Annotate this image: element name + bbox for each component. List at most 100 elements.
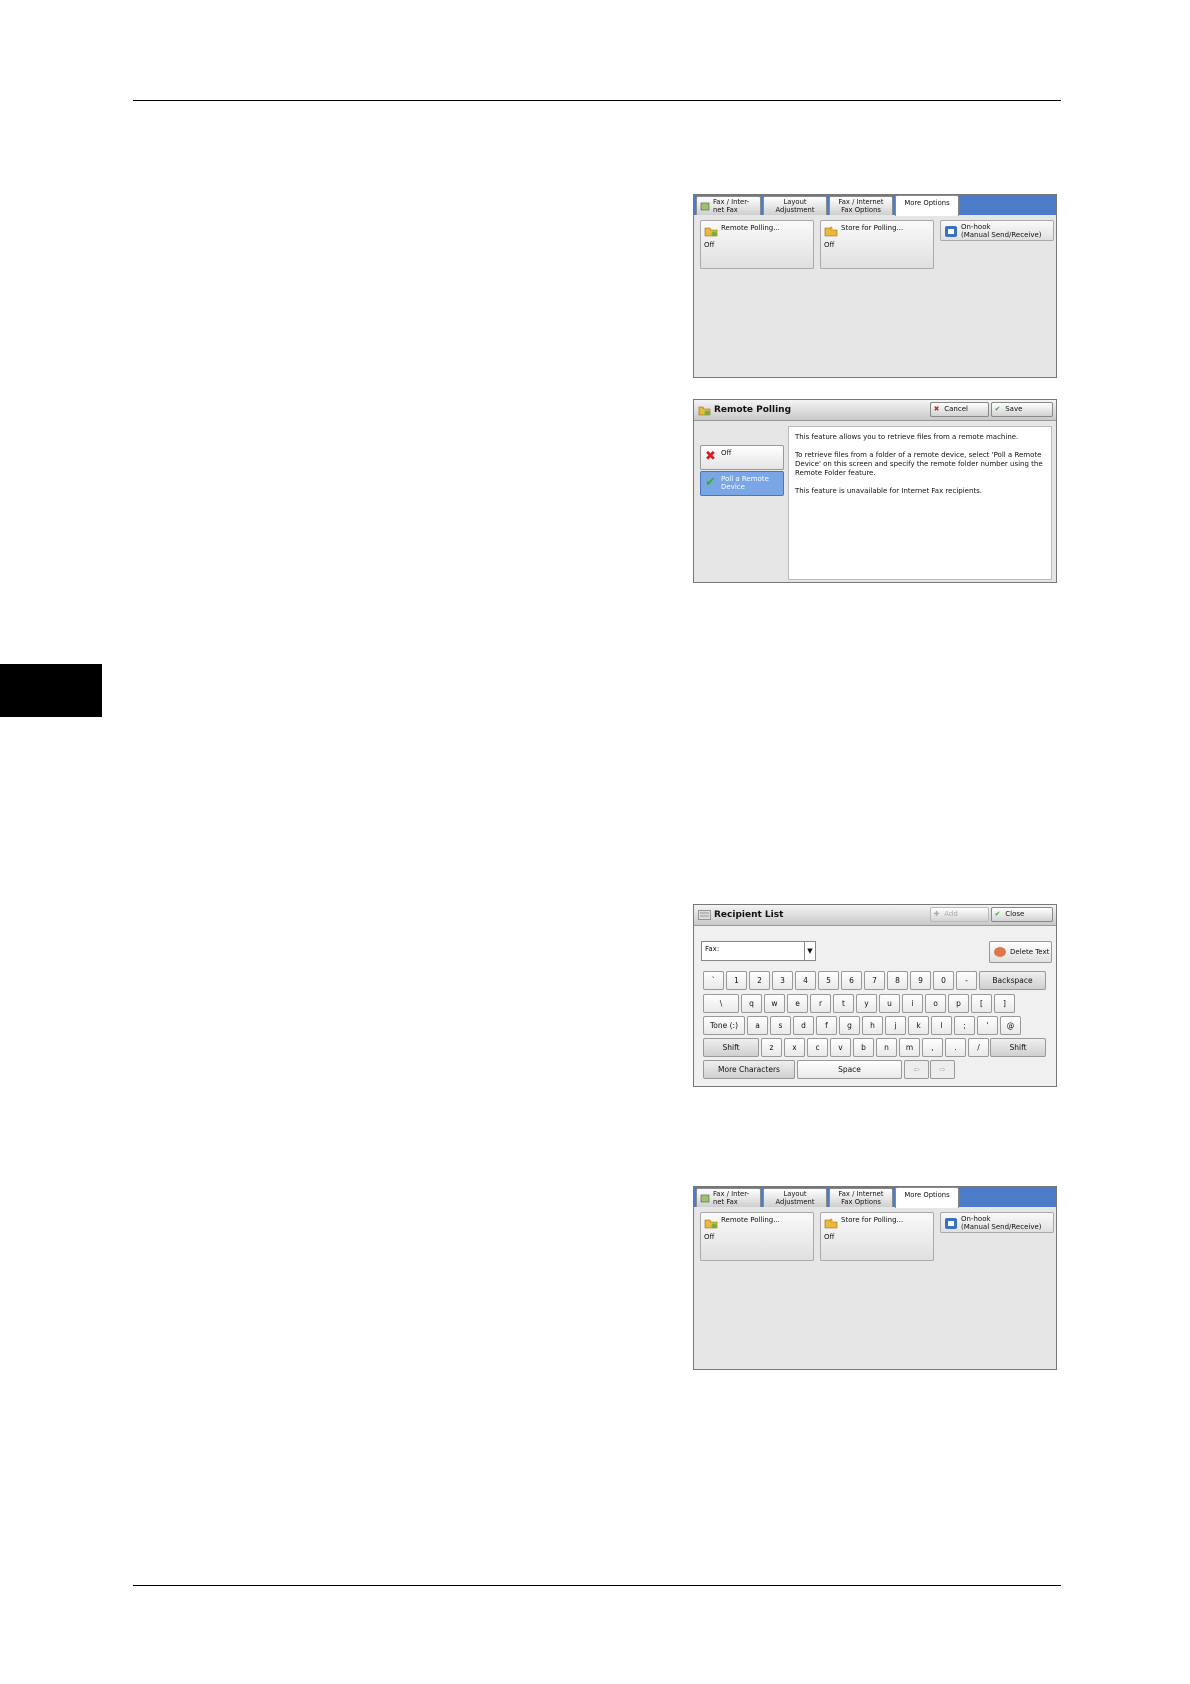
- green-check-icon: ✔: [705, 475, 716, 490]
- more-characters-key[interactable]: More Characters: [703, 1060, 795, 1079]
- tab-fax-options[interactable]: Fax / Internet Fax Options: [829, 196, 893, 215]
- folder-icon: [704, 1217, 718, 1229]
- key-1-3[interactable]: 2: [749, 971, 770, 990]
- check-icon: ✔: [994, 910, 1001, 918]
- folder-icon: [698, 404, 711, 416]
- store-for-polling-button[interactable]: Store for Polling... Off: [820, 1212, 934, 1261]
- tab-layout-adjustment[interactable]: Layout Adjustment: [763, 1188, 827, 1207]
- key-2-1[interactable]: \: [703, 994, 739, 1013]
- key-2-4[interactable]: e: [787, 994, 808, 1013]
- tab-fax-internet-fax[interactable]: Fax / Inter- net Fax: [696, 196, 761, 215]
- key-3-5[interactable]: g: [839, 1016, 860, 1035]
- key-2-10[interactable]: o: [925, 994, 946, 1013]
- save-button[interactable]: ✔ Save: [991, 402, 1053, 417]
- option-poll-remote-device[interactable]: ✔ Poll a Remote Device: [700, 471, 784, 496]
- red-x-icon: ✖: [705, 449, 716, 464]
- tab-fax-options[interactable]: Fax / Internet Fax Options: [829, 1188, 893, 1207]
- delete-text-button[interactable]: Delete Text: [989, 941, 1052, 963]
- key-4-2[interactable]: x: [784, 1038, 805, 1057]
- key-3-2[interactable]: s: [770, 1016, 791, 1035]
- key-4-6[interactable]: n: [876, 1038, 897, 1057]
- key-1-1[interactable]: `: [703, 971, 724, 990]
- tab-more-options[interactable]: More Options: [895, 1187, 959, 1208]
- key-1-10[interactable]: 9: [910, 971, 931, 990]
- key-3-11[interactable]: ': [977, 1016, 998, 1035]
- dialog-title: Recipient List: [714, 910, 784, 920]
- key-2-3[interactable]: w: [764, 994, 785, 1013]
- key-3-6[interactable]: h: [862, 1016, 883, 1035]
- key-2-2[interactable]: q: [741, 994, 762, 1013]
- store-for-polling-button[interactable]: Store for Polling... Off: [820, 220, 934, 269]
- key-2-8[interactable]: u: [879, 994, 900, 1013]
- phone-icon: [944, 224, 958, 237]
- right-arrow-key[interactable]: ⇨: [930, 1060, 955, 1079]
- key-1-11[interactable]: 0: [933, 971, 954, 990]
- key-1-2[interactable]: 1: [726, 971, 747, 990]
- bottom-rule: [133, 1585, 1061, 1586]
- tone-key[interactable]: Tone (:): [703, 1016, 745, 1035]
- cancel-x-icon: ✖: [933, 405, 940, 413]
- folder-icon: [704, 225, 718, 237]
- key-2-13[interactable]: ]: [994, 994, 1015, 1013]
- folder-icon: [824, 225, 838, 237]
- remote-polling-button[interactable]: Remote Polling... Off: [700, 220, 814, 269]
- tab-more-options[interactable]: More Options: [895, 195, 959, 216]
- description-panel: This feature allows you to retrieve file…: [788, 426, 1052, 580]
- eraser-icon: [994, 947, 1006, 957]
- key-3-1[interactable]: a: [747, 1016, 768, 1035]
- key-4-9[interactable]: .: [945, 1038, 966, 1057]
- fax-more-options-screen-2: Fax / Inter- net Fax Layout Adjustment F…: [693, 1186, 1057, 1370]
- key-1-9[interactable]: 8: [887, 971, 908, 990]
- top-rule: [133, 100, 1061, 101]
- key-3-3[interactable]: d: [793, 1016, 814, 1035]
- tab-bar: Fax / Inter- net Fax Layout Adjustment F…: [694, 195, 1056, 216]
- fax-icon: [700, 1193, 710, 1203]
- key-2-11[interactable]: p: [948, 994, 969, 1013]
- option-off[interactable]: ✖ Off: [700, 445, 784, 470]
- tab-fax-internet-fax[interactable]: Fax / Inter- net Fax: [696, 1188, 761, 1207]
- key-1-7[interactable]: 6: [841, 971, 862, 990]
- key-3-9[interactable]: l: [931, 1016, 952, 1035]
- key-4-3[interactable]: c: [807, 1038, 828, 1057]
- space-key[interactable]: Space: [797, 1060, 902, 1079]
- key-2-12[interactable]: [: [971, 994, 992, 1013]
- key-2-7[interactable]: y: [856, 994, 877, 1013]
- tab-layout-adjustment[interactable]: Layout Adjustment: [763, 196, 827, 215]
- on-hook-button[interactable]: On-hook (Manual Send/Receive): [940, 1212, 1054, 1233]
- key-4-7[interactable]: m: [899, 1038, 920, 1057]
- phone-icon: [944, 1216, 958, 1229]
- key-3-8[interactable]: k: [908, 1016, 929, 1035]
- key-1-12[interactable]: -: [956, 971, 977, 990]
- key-1-8[interactable]: 7: [864, 971, 885, 990]
- add-button[interactable]: ✚ Add: [930, 907, 989, 922]
- key-4-1[interactable]: z: [761, 1038, 782, 1057]
- remote-polling-button[interactable]: Remote Polling... Off: [700, 1212, 814, 1261]
- key-1-6[interactable]: 5: [818, 971, 839, 990]
- on-hook-button[interactable]: On-hook (Manual Send/Receive): [940, 220, 1054, 241]
- key-4-10[interactable]: /: [968, 1038, 989, 1057]
- key-1-5[interactable]: 4: [795, 971, 816, 990]
- key-2-6[interactable]: t: [833, 994, 854, 1013]
- cancel-button[interactable]: ✖ Cancel: [930, 402, 989, 417]
- key-3-12[interactable]: @: [1000, 1016, 1021, 1035]
- key-4-4[interactable]: v: [830, 1038, 851, 1057]
- shift-key-left[interactable]: Shift: [703, 1038, 759, 1057]
- key-2-9[interactable]: i: [902, 994, 923, 1013]
- key-2-5[interactable]: r: [810, 994, 831, 1013]
- add-icon: ✚: [933, 910, 940, 918]
- key-3-4[interactable]: f: [816, 1016, 837, 1035]
- backspace-key[interactable]: Backspace: [979, 971, 1046, 990]
- close-button[interactable]: ✔ Close: [991, 907, 1053, 922]
- left-arrow-key[interactable]: ⇦: [904, 1060, 929, 1079]
- key-4-8[interactable]: ,: [922, 1038, 943, 1057]
- key-3-10[interactable]: ;: [954, 1016, 975, 1035]
- key-4-5[interactable]: b: [853, 1038, 874, 1057]
- shift-key-right[interactable]: Shift: [990, 1038, 1046, 1057]
- key-1-4[interactable]: 3: [772, 971, 793, 990]
- dialog-title: Remote Polling: [714, 405, 792, 415]
- key-3-7[interactable]: j: [885, 1016, 906, 1035]
- chevron-down-icon: ▼: [804, 942, 815, 960]
- keyboard-icon: [698, 910, 711, 922]
- address-type-select[interactable]: Fax: ▼: [701, 941, 816, 961]
- folder-icon: [824, 1217, 838, 1229]
